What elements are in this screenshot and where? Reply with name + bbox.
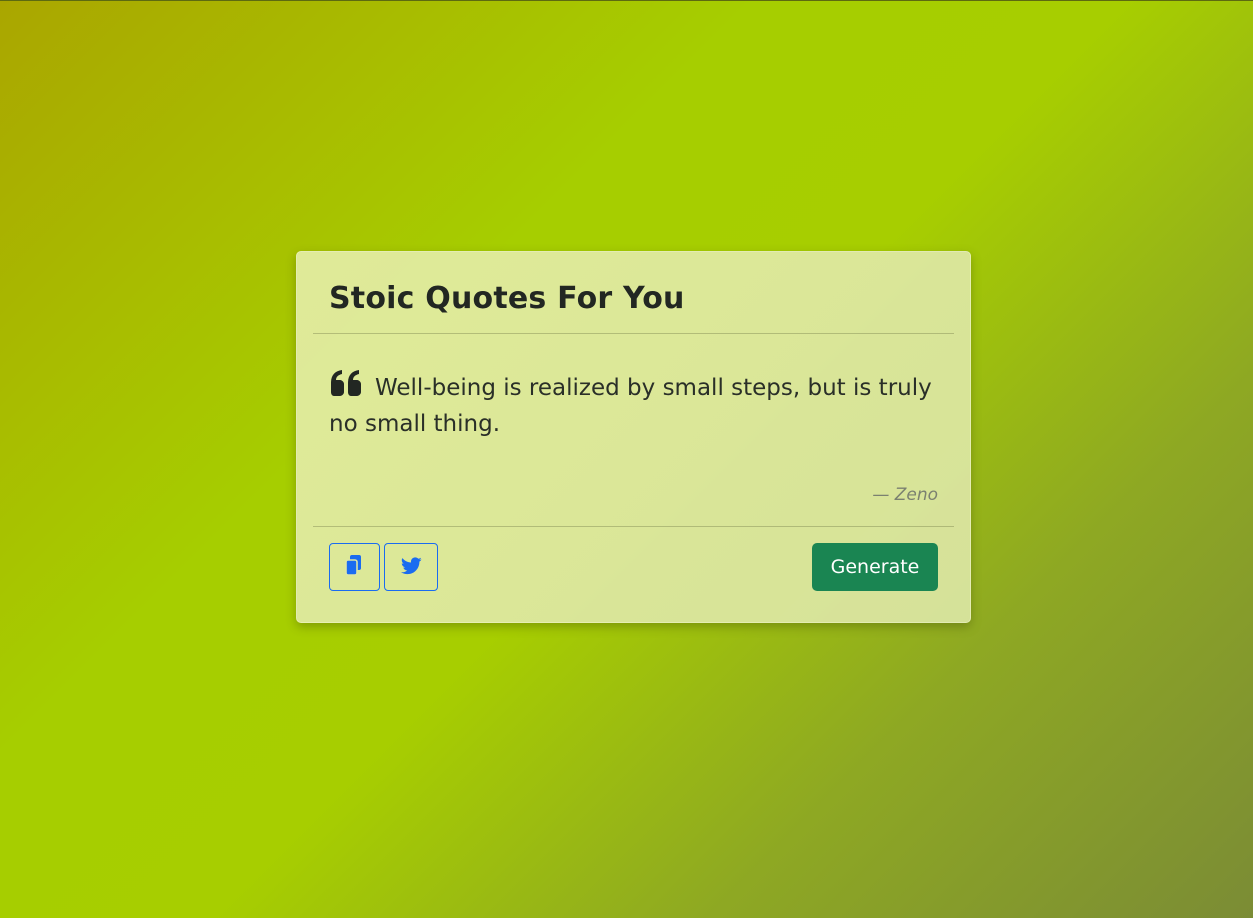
copy-icon xyxy=(345,554,364,580)
card-header: Stoic Quotes For You xyxy=(313,252,954,334)
tweet-button[interactable] xyxy=(384,543,438,591)
card-title: Stoic Quotes For You xyxy=(329,281,685,316)
quote-card: Stoic Quotes For You Well-being is reali… xyxy=(296,251,971,623)
quote-body: Well-being is realized by small steps, b… xyxy=(329,370,938,442)
card-footer-divider xyxy=(313,526,954,528)
generate-button[interactable]: Generate xyxy=(812,543,938,591)
copy-button[interactable] xyxy=(329,543,380,591)
twitter-icon xyxy=(400,556,422,578)
quote-text: Well-being is realized by small steps, b… xyxy=(329,375,932,437)
quote-author: — Zeno xyxy=(872,485,938,505)
quote-left-icon xyxy=(329,370,363,396)
